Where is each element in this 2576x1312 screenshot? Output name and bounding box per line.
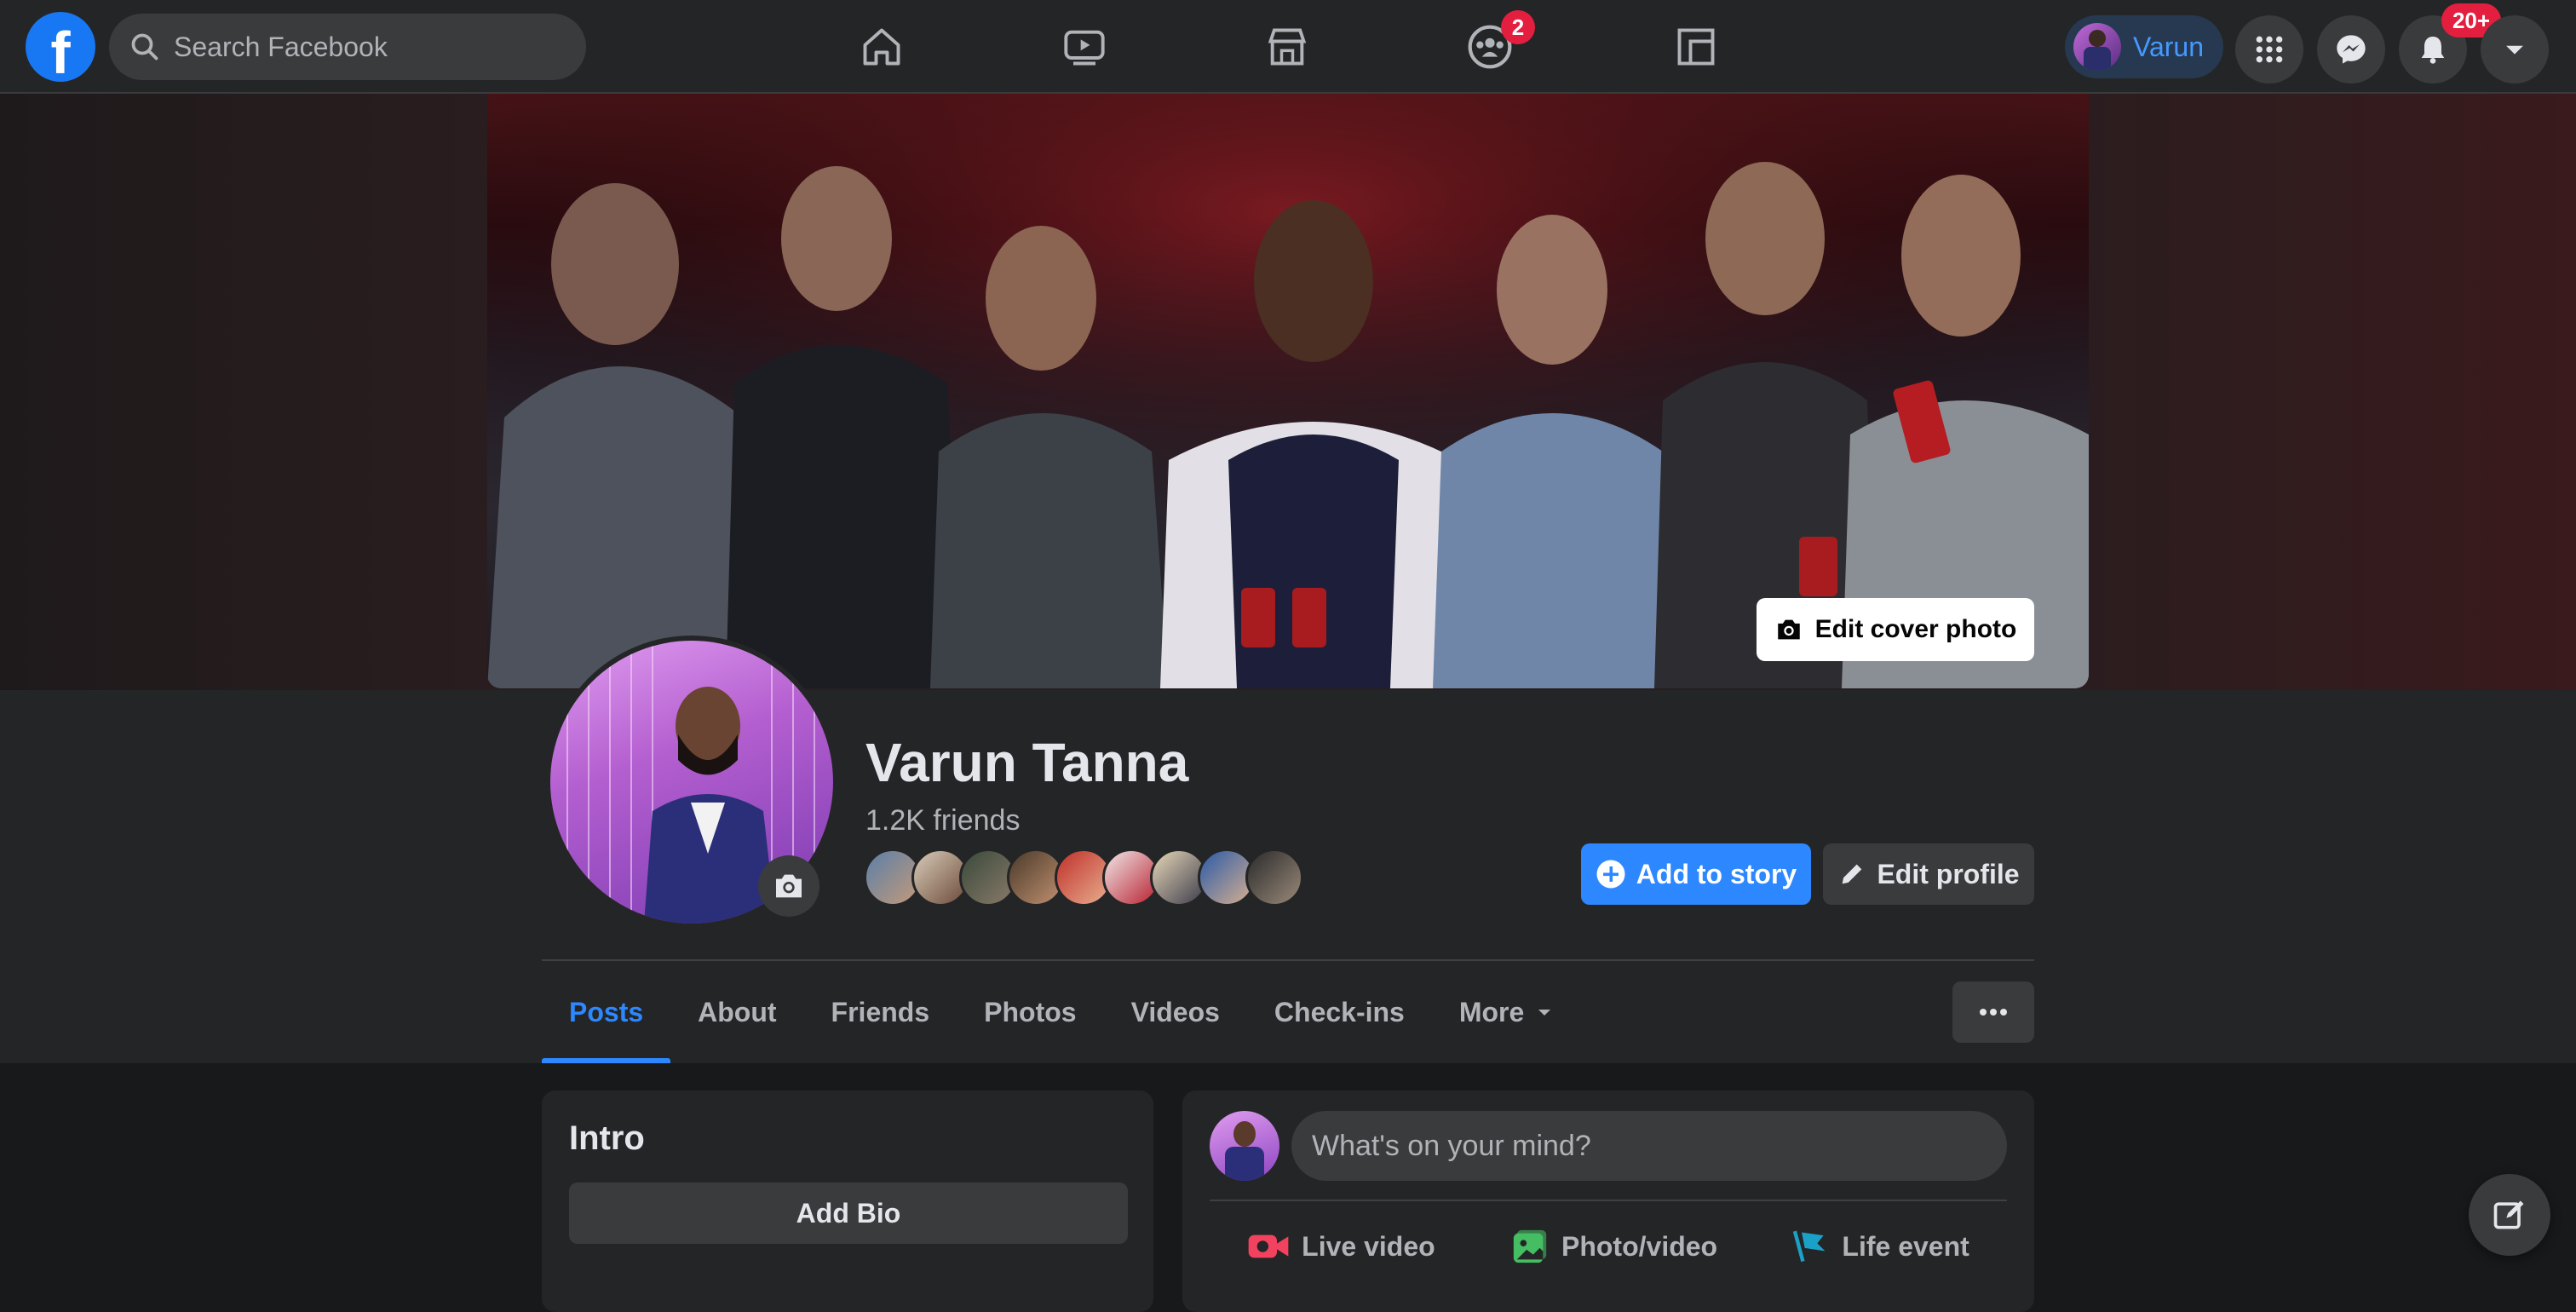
update-profile-picture-button[interactable]	[758, 855, 819, 917]
gaming-icon[interactable]	[1668, 19, 1724, 75]
tab-posts[interactable]: Posts	[542, 961, 671, 1063]
life-event-label: Life event	[1842, 1230, 1969, 1262]
watch-icon[interactable]	[1056, 19, 1113, 75]
avatar	[2073, 23, 2121, 71]
ellipsis-icon	[1980, 1009, 2007, 1016]
tab-more[interactable]: More	[1432, 961, 1582, 1063]
add-bio-button[interactable]: Add Bio	[569, 1183, 1128, 1244]
friends-count[interactable]: 1.2K friends	[865, 804, 1020, 837]
messenger-icon	[2337, 35, 2366, 64]
post-composer: What's on your mind? Live video Photo/vi…	[1182, 1090, 2034, 1312]
search-icon	[131, 33, 158, 60]
caret-down-icon	[2506, 45, 2523, 55]
marketplace-icon[interactable]	[1259, 19, 1315, 75]
live-video-label: Live video	[1302, 1230, 1435, 1262]
messenger-button[interactable]	[2317, 15, 2385, 83]
flag-icon	[1793, 1230, 1826, 1263]
tab-videos[interactable]: Videos	[1104, 961, 1247, 1063]
tab-photos[interactable]: Photos	[957, 961, 1103, 1063]
profile-tabs: Posts About Friends Photos Videos Check-…	[542, 961, 1582, 1063]
friend-avatar[interactable]	[1245, 849, 1303, 906]
account-menu-button[interactable]	[2481, 15, 2549, 83]
search-placeholder: Search Facebook	[174, 31, 388, 62]
life-event-button[interactable]: Life event	[1792, 1228, 1969, 1265]
tab-friends[interactable]: Friends	[804, 961, 957, 1063]
top-navigation-bar: f Search Facebook 2 Varun 20+	[0, 0, 2576, 94]
photo-video-label: Photo/video	[1561, 1230, 1718, 1262]
avatar[interactable]	[1210, 1111, 1279, 1181]
live-video-button[interactable]: Live video	[1247, 1229, 1435, 1263]
composer-placeholder: What's on your mind?	[1312, 1129, 1591, 1162]
whats-on-your-mind-input[interactable]: What's on your mind?	[1291, 1111, 2007, 1181]
composer-divider	[1210, 1200, 2007, 1201]
tab-checkins[interactable]: Check-ins	[1247, 961, 1432, 1063]
profile-shortcut[interactable]: Varun	[2065, 15, 2223, 78]
groups-badge: 2	[1501, 10, 1535, 44]
tab-about[interactable]: About	[670, 961, 803, 1063]
photo-icon	[1513, 1229, 1547, 1263]
edit-cover-photo-button[interactable]: Edit cover photo	[1757, 598, 2034, 661]
add-to-story-label: Add to story	[1636, 858, 1797, 889]
search-input[interactable]: Search Facebook	[109, 14, 586, 80]
camera-icon	[776, 874, 802, 898]
composer-actions: Live video Photo/video Life event	[1210, 1210, 2007, 1283]
plus-circle-icon	[1596, 860, 1625, 889]
profile-shortcut-name: Varun	[2133, 31, 2205, 62]
more-options-button[interactable]	[1952, 981, 2034, 1043]
live-video-icon	[1248, 1234, 1289, 1258]
caret-down-icon	[1538, 1010, 1551, 1016]
add-to-story-button[interactable]: Add to story	[1581, 843, 1811, 905]
edit-profile-button[interactable]: Edit profile	[1823, 843, 2034, 905]
new-message-button[interactable]	[2469, 1174, 2550, 1256]
camera-icon	[1777, 619, 1800, 640]
pencil-icon	[1843, 864, 1862, 884]
tab-more-label: More	[1458, 996, 1525, 1027]
grid-icon	[2256, 36, 2283, 63]
intro-title: Intro	[569, 1119, 645, 1157]
intro-card: Intro Add Bio	[542, 1090, 1153, 1312]
edit-profile-label: Edit profile	[1877, 858, 2020, 889]
profile-name: Varun Tanna	[865, 732, 1189, 793]
compose-icon	[2493, 1200, 2524, 1229]
edit-cover-photo-label: Edit cover photo	[1814, 615, 2017, 643]
facebook-logo[interactable]: f	[26, 12, 95, 82]
bell-icon	[2421, 37, 2445, 64]
menu-button[interactable]	[2235, 15, 2303, 83]
photo-video-button[interactable]: Photo/video	[1510, 1227, 1717, 1266]
home-icon[interactable]	[854, 19, 910, 75]
